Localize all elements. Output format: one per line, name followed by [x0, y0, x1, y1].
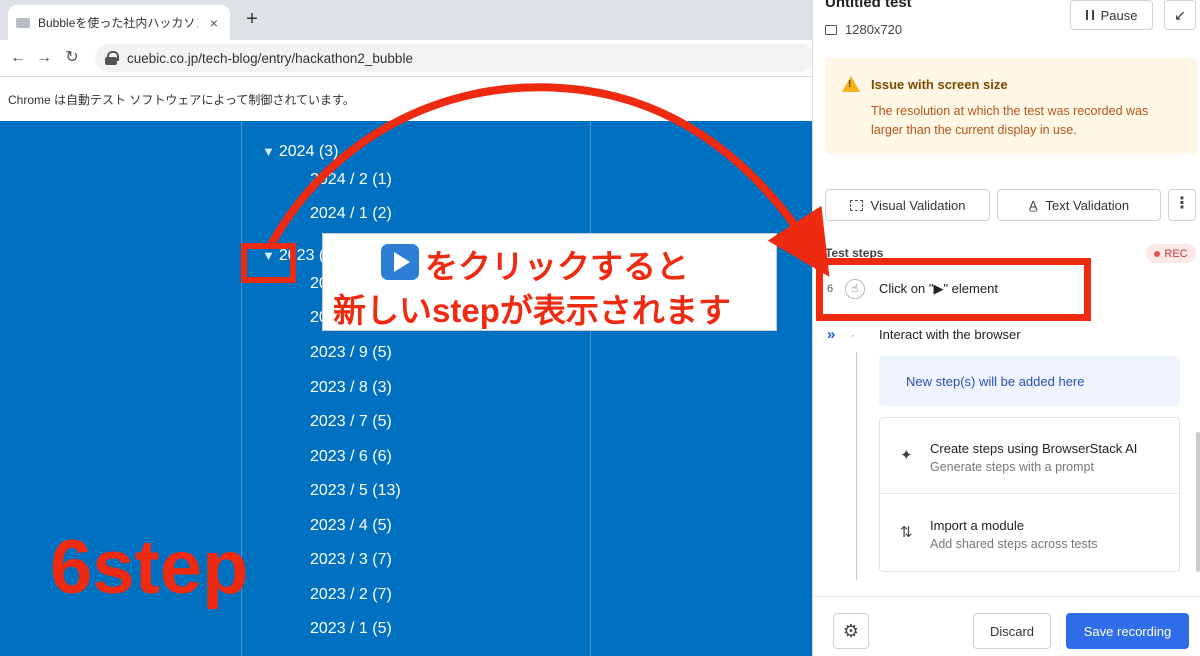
option-desc: Generate steps with a prompt [930, 460, 1094, 474]
archive-item-label: 2023 / 5 (13) [310, 482, 401, 499]
recorder-panel: Untitled test 1280x720 Pause ↙ ! Issue w… [812, 0, 1200, 656]
callout-line2: 新しいstepが表示されます [333, 292, 731, 329]
triangle-toggle-icon[interactable]: ▼ [262, 144, 275, 159]
url-text: cuebic.co.jp/tech-blog/entry/hackathon2_… [127, 50, 413, 66]
tab-title: Bubbleを使った社内ハッカソンを開催 [38, 16, 198, 30]
archive-item-label: 2023 / 4 (5) [310, 517, 392, 534]
archive-month-item[interactable]: 2023 / 5 (13) [310, 482, 401, 500]
automation-infobar: Chrome は自動テスト ソフトウェアによって制御されています。 [0, 76, 812, 121]
archive-item-label: 2024 / 2 (1) [310, 171, 392, 188]
archive-month-item[interactable]: 2023 / 6 (6) [310, 448, 392, 466]
favicon-icon [16, 17, 30, 28]
back-icon[interactable]: ← [6, 46, 30, 70]
warning-title: Issue with screen size [871, 77, 1008, 92]
resolution-info: 1280x720 [825, 22, 902, 37]
option-desc: Add shared steps across tests [930, 537, 1098, 551]
archive-month-item[interactable]: 2024 / 2 (1) [310, 171, 392, 189]
archive-item-label: 2023 / 7 (5) [310, 413, 392, 430]
import-arrows-icon: ⇅ [900, 524, 913, 541]
pause-label: Pause [1100, 7, 1138, 23]
pause-button[interactable]: Pause [1070, 0, 1153, 30]
reload-icon[interactable]: ↻ [60, 46, 84, 70]
new-tab-button[interactable]: + [240, 8, 264, 32]
archive-month-item[interactable]: 2023 / 9 (5) [310, 344, 392, 362]
rec-label: REC [1164, 247, 1188, 260]
new-steps-placeholder: New step(s) will be added here [879, 356, 1180, 406]
more-options-icon[interactable]: ⋮ [1168, 189, 1196, 221]
archive-item-label: 2024 (3) [278, 143, 339, 160]
import-module-option[interactable]: ⇅ Import a module Add shared steps acros… [880, 495, 1179, 571]
archive-month-item[interactable]: 2023 / 2 (7) [310, 586, 392, 604]
archive-year-item[interactable]: ▼ 2024 (3) [262, 143, 338, 161]
highlight-box-triangle [241, 243, 296, 283]
warning-banner: ! Issue with screen size The resolution … [825, 58, 1197, 154]
interact-label: Interact with the browser [879, 327, 1021, 342]
scrollbar[interactable] [1196, 432, 1200, 572]
archive-item-label: 2023 / 6 (6) [310, 448, 392, 465]
archive-item-label: 2023 / 1 (5) [310, 620, 392, 637]
panel-title: Untitled test [825, 0, 912, 11]
add-steps-options: ✦ Create steps using BrowserStack AI Gen… [879, 417, 1180, 572]
archive-month-item[interactable]: 2023 / 3 (7) [310, 551, 392, 569]
address-bar[interactable]: cuebic.co.jp/tech-blog/entry/hackathon2_… [95, 44, 815, 72]
text-validation-label: Text Validation [1045, 197, 1130, 213]
pause-icon [1085, 10, 1094, 20]
browser-tab[interactable]: Bubbleを使った社内ハッカソンを開催 × [8, 5, 230, 40]
screen-icon [825, 24, 837, 35]
visual-validation-label: Visual Validation [870, 197, 966, 213]
browser-tab-bar: Bubbleを使った社内ハッカソンを開催 × + [0, 0, 812, 40]
panel-footer: ⚙ Discard Save recording [813, 596, 1200, 656]
callout-line1: をクリックすると [425, 248, 689, 285]
minimize-icon[interactable]: ↙ [1164, 0, 1196, 30]
archive-item-label: 2023 / 2 (7) [310, 586, 392, 603]
discard-button[interactable]: Discard [973, 613, 1051, 649]
step-count-annotation: 6step [50, 525, 249, 610]
double-chevron-icon[interactable]: » [827, 326, 851, 343]
visual-validation-button[interactable]: Visual Validation [825, 189, 990, 221]
resolution-text: 1280x720 [845, 22, 903, 37]
infobar-text: Chrome は自動テスト ソフトウェアによって制御されています。 [8, 92, 355, 107]
archive-item-label: 2024 / 1 (2) [310, 205, 392, 222]
gear-icon[interactable]: ⚙ [833, 613, 869, 649]
archive-month-item[interactable]: 2024 / 1 (2) [310, 205, 392, 223]
text-validation-button[interactable]: A̲ Text Validation [997, 189, 1161, 221]
sparkle-icon: ✦ [900, 447, 913, 464]
option-title: Create steps using BrowserStack AI [930, 441, 1138, 456]
browser-toolbar: ← → ↻ cuebic.co.jp/tech-blog/entry/hacka… [0, 40, 815, 76]
frame-icon [849, 199, 863, 211]
create-steps-ai-option[interactable]: ✦ Create steps using BrowserStack AI Gen… [880, 418, 1179, 494]
annotation-callout: をクリックすると 新しいstepが表示されます [322, 233, 777, 331]
warning-body: The resolution at which the test was rec… [871, 104, 1149, 137]
new-steps-text: New step(s) will be added here [906, 373, 1085, 389]
archive-item-label: 2023 / 9 (5) [310, 344, 392, 361]
interact-group[interactable]: » · Interact with the browser [827, 326, 1021, 343]
text-icon: A̲ [1028, 197, 1038, 213]
archive-item-label: 2023 / 8 (3) [310, 379, 392, 396]
forward-icon[interactable]: → [32, 46, 56, 70]
lock-icon [105, 51, 119, 65]
rec-badge: REC [1146, 244, 1196, 263]
save-recording-button[interactable]: Save recording [1066, 613, 1189, 649]
close-tab-icon[interactable]: × [206, 15, 222, 31]
option-title: Import a module [930, 518, 1024, 533]
record-dot-icon [1154, 250, 1161, 257]
highlight-box-step [816, 258, 1091, 321]
archive-item-label: 2023 / 3 (7) [310, 551, 392, 568]
archive-month-item[interactable]: 2023 / 7 (5) [310, 413, 392, 431]
archive-month-item[interactable]: 2023 / 8 (3) [310, 379, 392, 397]
archive-month-item[interactable]: 2023 / 1 (5) [310, 620, 392, 638]
tree-connector [856, 352, 857, 580]
archive-month-item[interactable]: 2023 / 4 (5) [310, 517, 392, 535]
